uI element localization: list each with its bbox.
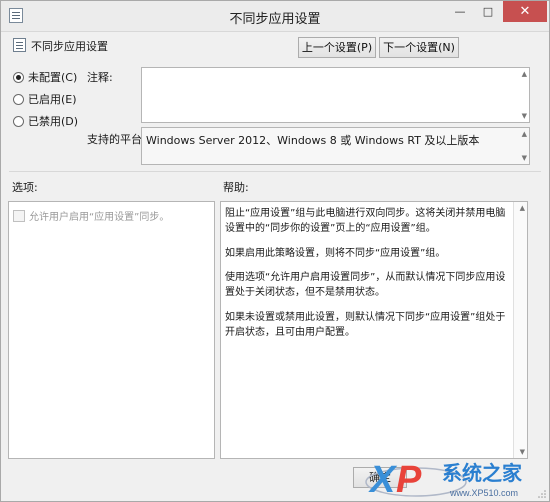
checkbox-label: 允许用户启用“应用设置”同步。: [29, 212, 170, 223]
radio-label: 已禁用(D): [28, 115, 79, 128]
policy-window: 不同步应用设置 — □ ✕ 不同步应用设置 上一个设置(P) 下一个设置(N) …: [0, 0, 550, 502]
platform-box: Windows Server 2012、Windows 8 或 Windows …: [141, 127, 530, 165]
help-paragraph: 阻止“应用设置”组与此电脑进行双向同步。这将关闭并禁用电脑设置中的“同步你的设置…: [225, 208, 506, 234]
svg-text:P: P: [396, 459, 422, 501]
comment-textarea[interactable]: ▲ ▼: [141, 67, 530, 123]
previous-setting-button[interactable]: 上一个设置(P): [298, 37, 376, 58]
site-watermark-logo: X P 系统之家 www.XP510.com: [365, 459, 523, 501]
platform-value: Windows Server 2012、Windows 8 或 Windows …: [146, 134, 480, 147]
title-bar[interactable]: 不同步应用设置 — □ ✕: [1, 1, 549, 32]
next-setting-button[interactable]: 下一个设置(N): [379, 37, 459, 58]
scroll-up-icon[interactable]: ▲: [522, 130, 527, 138]
radio-icon[interactable]: [13, 93, 24, 105]
section-divider: [9, 171, 541, 172]
radio-disabled[interactable]: 已禁用(D): [13, 113, 78, 129]
options-label: 选项:: [12, 181, 38, 194]
minimize-button[interactable]: —: [447, 1, 473, 22]
allow-sync-checkbox: 允许用户启用“应用设置”同步。: [13, 208, 169, 223]
radio-icon[interactable]: [13, 115, 24, 127]
checkbox-icon: [13, 209, 25, 222]
maximize-button[interactable]: □: [475, 1, 501, 22]
radio-icon[interactable]: [13, 71, 24, 83]
radio-label: 未配置(C): [28, 71, 78, 84]
radio-not-configured[interactable]: 未配置(C): [13, 69, 77, 85]
help-label: 帮助:: [223, 181, 249, 194]
scroll-up-icon[interactable]: ▲: [522, 70, 527, 78]
radio-enabled[interactable]: 已启用(E): [13, 91, 77, 107]
radio-label: 已启用(E): [28, 93, 77, 106]
help-panel[interactable]: 阻止“应用设置”组与此电脑进行双向同步。这将关闭并禁用电脑设置中的“同步你的设置…: [220, 201, 528, 459]
close-button[interactable]: ✕: [503, 1, 547, 22]
options-panel: 允许用户启用“应用设置”同步。: [8, 201, 215, 459]
scroll-up-icon[interactable]: ▲: [520, 204, 525, 212]
help-paragraph: 使用选项“允许用户启用设置同步”，从而默认情况下同步应用设置处于关闭状态，但不是…: [225, 272, 506, 298]
help-paragraph: 如果启用此策略设置，则将不同步“应用设置”组。: [225, 248, 446, 259]
platform-label: 支持的平台:: [87, 133, 146, 146]
help-paragraph: 如果未设置或禁用此设置，则默认情况下同步“应用设置”组处于开启状态，且可由用户配…: [225, 312, 506, 338]
help-scrollbar[interactable]: ▲ ▼: [513, 202, 527, 458]
svg-text:www.XP510.com: www.XP510.com: [449, 488, 518, 498]
policy-icon: [13, 38, 26, 52]
scroll-down-icon[interactable]: ▼: [522, 154, 527, 162]
svg-text:X: X: [368, 459, 398, 501]
comment-label: 注释:: [87, 71, 113, 84]
scroll-down-icon[interactable]: ▼: [522, 112, 527, 120]
setting-title: 不同步应用设置: [31, 40, 108, 53]
svg-text:系统之家: 系统之家: [442, 461, 523, 485]
